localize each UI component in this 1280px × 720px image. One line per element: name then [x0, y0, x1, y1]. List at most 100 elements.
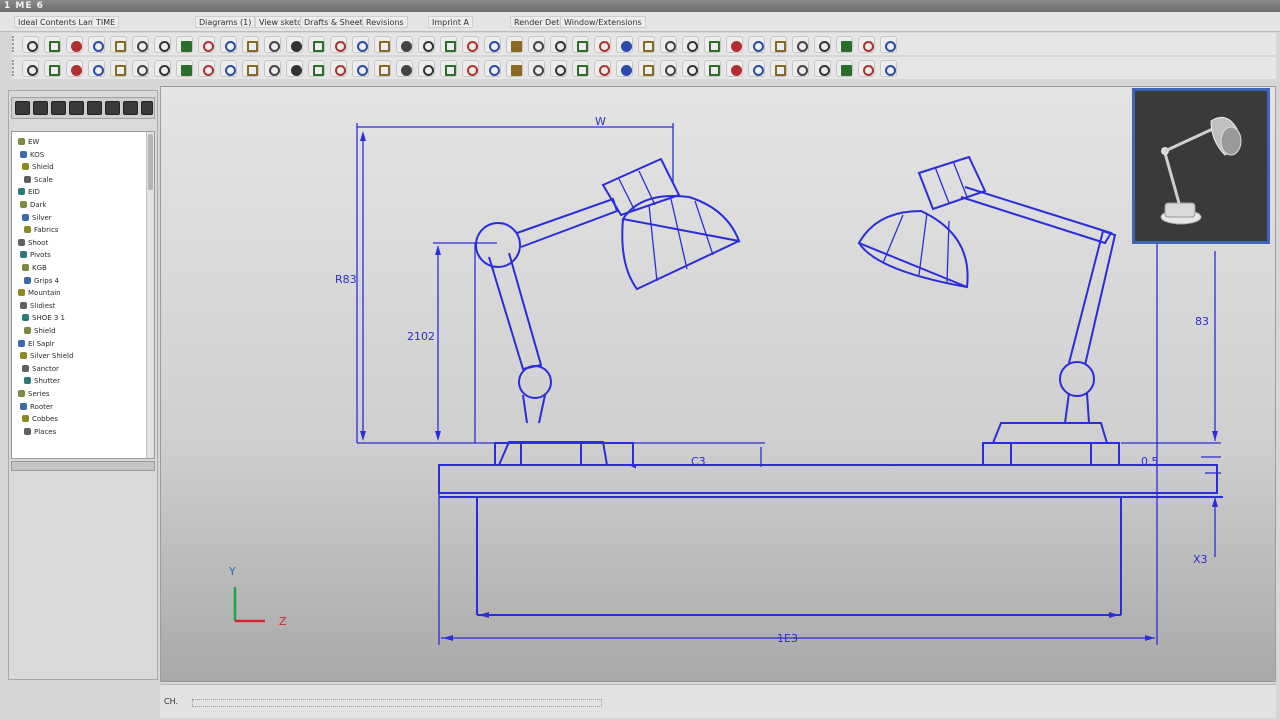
walk-icon[interactable]: [704, 60, 721, 77]
wire-icon[interactable]: [440, 36, 457, 53]
block-icon[interactable]: [880, 36, 897, 53]
extrude-icon[interactable]: [264, 60, 281, 77]
menu-item-6[interactable]: Revisions: [362, 16, 408, 28]
frame-icon[interactable]: [726, 60, 743, 77]
tree-item[interactable]: Mountain: [18, 287, 61, 299]
tree-item[interactable]: Dark: [20, 199, 47, 211]
camera-icon[interactable]: [814, 36, 831, 53]
section-icon[interactable]: [462, 36, 479, 53]
right-lamp-lower-arm[interactable]: [1068, 229, 1117, 366]
offset-icon[interactable]: [264, 36, 281, 53]
tree-item[interactable]: KOS: [20, 149, 44, 161]
print-icon[interactable]: [572, 36, 589, 53]
tree-item[interactable]: SHOE 3 1: [22, 312, 65, 324]
align-icon[interactable]: [550, 60, 567, 77]
left-lamp-base-top[interactable]: [497, 441, 609, 466]
snap-icon[interactable]: [132, 36, 149, 53]
export-icon[interactable]: [594, 36, 611, 53]
constraint-icon[interactable]: [220, 60, 237, 77]
group-icon[interactable]: [572, 60, 589, 77]
front-icon[interactable]: [770, 60, 787, 77]
tree-scroll-thumb[interactable]: [148, 134, 153, 190]
toolbar-grip[interactable]: [12, 60, 16, 76]
arc-icon[interactable]: [44, 60, 61, 77]
sweep-icon[interactable]: [308, 60, 325, 77]
shell-icon[interactable]: [352, 60, 369, 77]
text-icon[interactable]: [176, 60, 193, 77]
undo-icon[interactable]: [660, 36, 677, 53]
tab-properties[interactable]: [33, 101, 48, 115]
chamfer-icon[interactable]: [330, 36, 347, 53]
orbit-icon[interactable]: [682, 60, 699, 77]
tab-scenes[interactable]: [123, 101, 138, 115]
ungroup-icon[interactable]: [594, 60, 611, 77]
tab-display[interactable]: [87, 101, 102, 115]
hatch-icon[interactable]: [858, 36, 875, 53]
open-icon[interactable]: [638, 36, 655, 53]
tree-item[interactable]: Scale: [24, 174, 53, 186]
grid-icon[interactable]: [154, 36, 171, 53]
note-icon[interactable]: [550, 36, 567, 53]
right-lamp-base[interactable]: [982, 442, 1120, 466]
tree-item[interactable]: Slidiest: [20, 300, 55, 312]
select-icon[interactable]: [110, 36, 127, 53]
tree-item[interactable]: Series: [18, 388, 50, 400]
rotate-icon[interactable]: [44, 36, 61, 53]
layer-icon[interactable]: [352, 36, 369, 53]
tree-item[interactable]: Grips 4: [24, 275, 59, 287]
side-icon[interactable]: [792, 60, 809, 77]
menu-item-2[interactable]: TIME: [92, 16, 120, 28]
desk-top[interactable]: [438, 464, 1218, 494]
hide-icon[interactable]: [484, 36, 501, 53]
measure-icon[interactable]: [176, 36, 193, 53]
tab-appearance[interactable]: [105, 101, 120, 115]
tab-configurations[interactable]: [51, 101, 66, 115]
ortho-icon[interactable]: [858, 60, 875, 77]
dim-height-outer[interactable]: R83: [335, 273, 357, 286]
tab-feature-tree[interactable]: [15, 101, 30, 115]
capture-icon[interactable]: [836, 36, 853, 53]
drawing-viewport[interactable]: W R83 2102 C3 83 0.5 X3 1E3 Y Z: [160, 86, 1276, 682]
tree-item[interactable]: EW: [18, 136, 39, 148]
tree-item[interactable]: Sanctor: [22, 363, 59, 375]
color-icon[interactable]: [374, 36, 391, 53]
zoom-icon[interactable]: [66, 36, 83, 53]
view-icon[interactable]: [748, 36, 765, 53]
redo-icon[interactable]: [682, 36, 699, 53]
revolve-icon[interactable]: [286, 60, 303, 77]
tree-item[interactable]: KGB: [22, 262, 47, 274]
tree-item[interactable]: Fabrics: [24, 224, 58, 236]
fit-icon[interactable]: [880, 60, 897, 77]
dim-height-inner[interactable]: 2102: [407, 330, 435, 343]
pattern-icon[interactable]: [242, 60, 259, 77]
rectangle-icon[interactable]: [88, 60, 105, 77]
hole-icon[interactable]: [374, 60, 391, 77]
sketch-icon[interactable]: [198, 60, 215, 77]
menu-item-7[interactable]: Imprint A: [428, 16, 473, 28]
tree-item[interactable]: Rooter: [20, 401, 53, 413]
extend-icon[interactable]: [220, 36, 237, 53]
array-icon[interactable]: [286, 36, 303, 53]
dim-right-lower[interactable]: X3: [1193, 553, 1208, 566]
toolbar-grip[interactable]: [12, 36, 16, 52]
unlock-icon[interactable]: [638, 60, 655, 77]
dim-width-top[interactable]: W: [595, 115, 606, 128]
left-lamp-neck[interactable]: [601, 157, 681, 217]
tree-item[interactable]: Cobbes: [22, 413, 58, 425]
spline-icon[interactable]: [132, 60, 149, 77]
right-lamp-shade[interactable]: [857, 209, 969, 289]
dim-right-mid[interactable]: 0.5: [1141, 455, 1159, 468]
tree-item[interactable]: Shutter: [24, 375, 60, 387]
draft-icon[interactable]: [418, 60, 435, 77]
tree-item[interactable]: Pivots: [20, 249, 51, 261]
copy-icon[interactable]: [506, 60, 523, 77]
menu-item-3[interactable]: Diagrams (1): [195, 16, 256, 28]
scale-icon[interactable]: [528, 60, 545, 77]
tree-item[interactable]: Places: [24, 426, 56, 438]
hidden-icon[interactable]: [660, 60, 677, 77]
shade-icon[interactable]: [418, 36, 435, 53]
left-lamp-base[interactable]: [494, 442, 634, 466]
tree-item[interactable]: Silver Shield: [20, 350, 73, 362]
tree-item[interactable]: Shield: [22, 161, 54, 173]
help-icon[interactable]: [704, 36, 721, 53]
